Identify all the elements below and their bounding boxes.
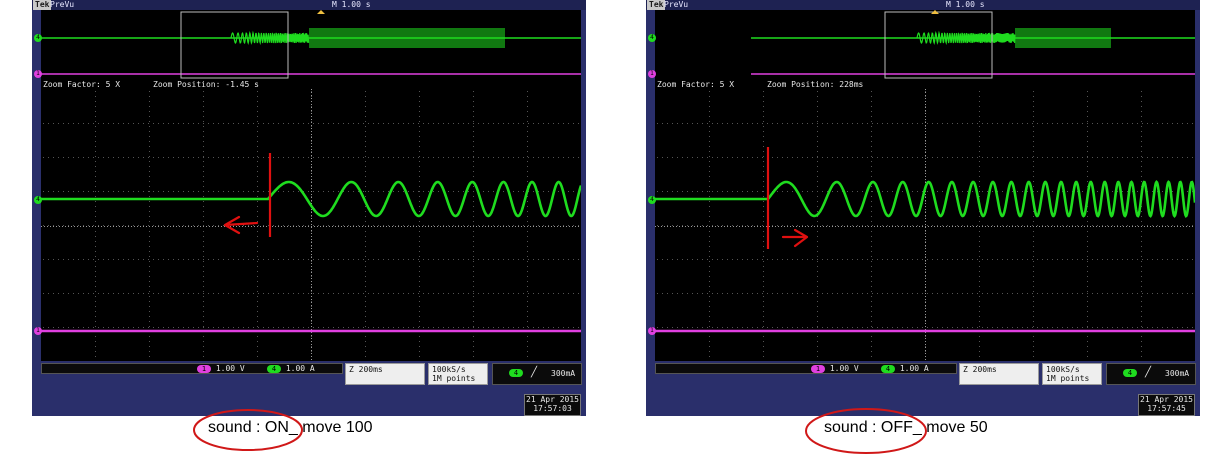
- channel-scale-readout: 1 1.00 V 4 1.00 A: [41, 363, 343, 374]
- mode-label: PreVu: [50, 0, 75, 9]
- zoom-factor: Zoom Factor: 5 X: [657, 80, 735, 89]
- main-timebase: M 1.00 s: [946, 0, 985, 9]
- graticule-grid: [41, 89, 579, 360]
- zoom-position: Zoom Position: -1.45 s: [153, 80, 259, 89]
- channel-scale-readout: 1 1.00 V 4 1.00 A: [655, 363, 957, 374]
- trigger-channel-badge: 4: [1123, 369, 1137, 377]
- oscilloscope-screen-left: Tek PreVu M 1.00 s 4 1 Zoom Factor: 5 X …: [32, 0, 586, 416]
- ch1-overview-marker: 1: [648, 70, 656, 78]
- acquisition-box[interactable]: 100kS/s 1M points: [428, 363, 488, 385]
- rising-edge-icon: ╱: [531, 367, 538, 378]
- annotation-left-arrow: [223, 215, 259, 235]
- graticule-right: [655, 89, 1195, 361]
- ch1-badge: 1: [811, 364, 825, 373]
- oscilloscope-screen-right: Tek PreVu M 1.00 s 4 1 Zoom Factor: 5 X …: [646, 0, 1200, 416]
- brand-label: Tek: [33, 0, 52, 10]
- date-time-box: 21 Apr 2015 17:57:45: [1138, 394, 1195, 416]
- time-label: 17:57:45: [1147, 404, 1186, 413]
- date-label: 21 Apr 2015: [1140, 395, 1193, 404]
- trigger-level: 300mA: [1165, 369, 1190, 378]
- overview-waveform-panel: [655, 10, 1195, 80]
- zoom-factor: Zoom Factor: 5 X: [43, 80, 121, 89]
- ch1-badge: 1: [197, 364, 211, 373]
- zoom-plot: [655, 89, 1195, 360]
- trigger-position-marker: [317, 10, 325, 14]
- zoom-window-box[interactable]: [884, 11, 993, 79]
- sample-rate: 100kS/s: [1046, 365, 1080, 374]
- zoom-timebase-box[interactable]: Z 200ms: [959, 363, 1039, 385]
- brand-label: Tek: [647, 0, 666, 10]
- trigger-level: 300mA: [551, 369, 576, 378]
- caption-right-circle: [805, 408, 927, 454]
- record-length: 1M points: [432, 374, 476, 383]
- ch4-badge: 4: [267, 364, 281, 373]
- trigger-box[interactable]: 4 ╱ 300mA: [1106, 363, 1196, 385]
- ch4-badge: 4: [881, 364, 895, 373]
- sample-rate: 100kS/s: [432, 365, 466, 374]
- rising-edge-icon: ╱: [1145, 367, 1152, 378]
- trigger-box[interactable]: 4 ╱ 300mA: [492, 363, 582, 385]
- zoom-timebase-box[interactable]: Z 200ms: [345, 363, 425, 385]
- ch4-overview-marker: 4: [648, 34, 656, 42]
- date-label: 21 Apr 2015: [526, 395, 579, 404]
- date-time-box: 21 Apr 2015 17:57:03: [524, 394, 581, 416]
- graticule-left: [41, 89, 581, 361]
- ch1-scale: 1.00 V: [215, 364, 245, 373]
- graticule-grid: [655, 89, 1193, 360]
- zoom-timebase: Z 200ms: [963, 365, 997, 374]
- scope-header: Tek PreVu M 1.00 s: [646, 0, 1200, 10]
- record-length: 1M points: [1046, 374, 1090, 383]
- ch4-zoom-marker: 4: [34, 196, 42, 204]
- time-label: 17:57:03: [533, 404, 572, 413]
- ch1-scale: 1.00 V: [829, 364, 859, 373]
- acquisition-box[interactable]: 100kS/s 1M points: [1042, 363, 1102, 385]
- overview-ch4-dense: [1015, 28, 1111, 48]
- trigger-channel-badge: 4: [509, 369, 523, 377]
- ch4-scale: 1.00 A: [899, 364, 929, 373]
- ch1-overview-marker: 1: [34, 70, 42, 78]
- overview-ch4-dense: [309, 28, 505, 48]
- overview-plot: [751, 10, 1195, 79]
- overview-ch4-burst: [916, 30, 1016, 46]
- zoom-ch4-waveform: [655, 179, 1195, 219]
- ch4-zoom-marker: 4: [648, 196, 656, 204]
- ch1-zoom-marker: 1: [34, 327, 42, 335]
- zoom-position: Zoom Position: 228ms: [767, 80, 864, 89]
- scope-header: Tek PreVu M 1.00 s: [32, 0, 586, 10]
- ch1-zoom-marker: 1: [648, 327, 656, 335]
- zoom-info-bar: Zoom Factor: 5 X Zoom Position: 228ms: [655, 80, 1195, 89]
- ch4-overview-marker: 4: [34, 34, 42, 42]
- mode-label: PreVu: [664, 0, 689, 9]
- main-timebase: M 1.00 s: [332, 0, 371, 9]
- annotation-right-arrow: [781, 228, 809, 248]
- ch4-scale: 1.00 A: [285, 364, 315, 373]
- overview-plot: [41, 10, 581, 79]
- zoom-timebase: Z 200ms: [349, 365, 383, 374]
- zoom-plot: [41, 89, 581, 360]
- caption-left-circle: [193, 409, 303, 451]
- overview-waveform-panel: [41, 10, 581, 80]
- zoom-window-box[interactable]: [180, 11, 289, 79]
- zoom-ch4-waveform: [41, 180, 581, 218]
- zoom-info-bar: Zoom Factor: 5 X Zoom Position: -1.45 s: [41, 80, 581, 89]
